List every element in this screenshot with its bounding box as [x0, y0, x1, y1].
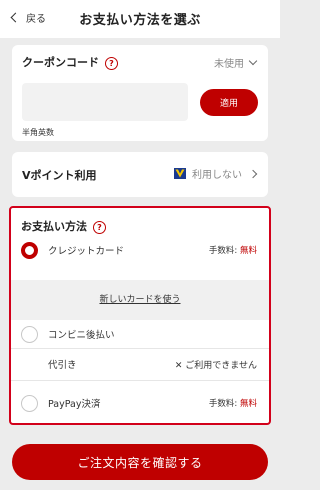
coupon-status: 未使用	[214, 59, 244, 70]
new-card-link[interactable]: 新しいカードを使う	[11, 292, 269, 305]
payment-option-convenience[interactable]: コンビニ後払い	[11, 320, 269, 348]
coupon-code-input[interactable]	[22, 83, 188, 121]
option-name: PayPay決済	[48, 399, 101, 410]
payment-header: お支払い方法?	[21, 218, 106, 234]
vpoint-status: 利用しない	[192, 170, 242, 181]
divider	[11, 380, 269, 381]
unavailable-note: ✕ ご利用できません	[174, 360, 257, 371]
vpoint-section[interactable]: Vポイント利用 利用しない	[12, 152, 268, 197]
payment-option-credit-card[interactable]: クレジットカード 手数料: 無料	[11, 240, 269, 260]
fee-value: 無料	[239, 399, 257, 409]
chevron-right-icon	[248, 169, 258, 178]
option-name: コンビニ後払い	[48, 330, 115, 341]
payment-label: お支払い方法	[21, 220, 87, 233]
fee-value: 無料	[239, 246, 257, 256]
radio-button[interactable]	[21, 394, 38, 412]
payment-option-paypay[interactable]: PayPay決済 手数料: 無料	[11, 389, 269, 417]
option-name: クレジットカード	[48, 246, 125, 257]
help-icon[interactable]: ?	[93, 220, 106, 234]
vpoint-label: Vポイント利用	[22, 169, 97, 182]
vpoint-selector[interactable]: 利用しない	[174, 166, 258, 181]
coupon-label: クーポンコード	[22, 56, 99, 69]
radio-button[interactable]	[21, 325, 38, 343]
apply-button[interactable]: 適用	[200, 89, 258, 116]
new-card-band: 新しいカードを使う	[11, 280, 269, 320]
coupon-hint: 半角英数	[22, 128, 54, 137]
coupon-section: クーポンコード? 未使用 適用 半角英数	[12, 45, 268, 141]
radio-button-selected[interactable]	[21, 241, 38, 259]
option-fee: 手数料: 無料	[209, 397, 257, 409]
fee-label: 手数料:	[208, 399, 238, 409]
v-point-logo-icon	[174, 168, 186, 179]
confirm-order-button[interactable]: ご注文内容を確認する	[12, 444, 268, 480]
coupon-toggle[interactable]: 未使用	[214, 55, 258, 70]
option-fee: 手数料: 無料	[209, 244, 257, 256]
chevron-down-icon	[248, 56, 258, 66]
payment-option-cod: 代引き ✕ ご利用できません	[11, 350, 269, 378]
coupon-header[interactable]: クーポンコード?	[22, 54, 118, 70]
option-name: 代引き	[48, 360, 77, 371]
help-icon[interactable]: ?	[105, 56, 118, 70]
payment-method-section: お支払い方法? クレジットカード 手数料: 無料 新しいカードを使う コンビニ後…	[9, 206, 271, 425]
header: 戻る お支払い方法を選ぶ	[0, 0, 280, 38]
divider	[11, 348, 269, 349]
page-title: お支払い方法を選ぶ	[79, 13, 201, 28]
fee-label: 手数料:	[208, 246, 238, 256]
